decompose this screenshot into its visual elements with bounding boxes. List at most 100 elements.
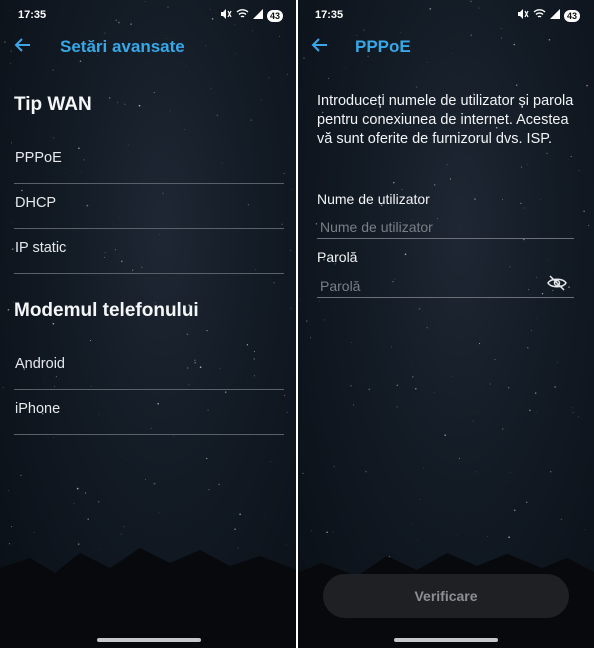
star — [416, 86, 418, 88]
star — [400, 32, 401, 33]
star — [284, 395, 286, 396]
star — [427, 61, 428, 63]
star — [52, 322, 55, 325]
page-title: PPPoE — [355, 37, 411, 56]
star — [474, 198, 476, 201]
instructions-text: Introduceți numele de utilizator și paro… — [317, 93, 574, 147]
star — [261, 99, 262, 101]
star — [444, 434, 446, 437]
star — [273, 282, 275, 284]
star — [108, 97, 111, 99]
star — [89, 340, 92, 342]
star — [506, 481, 508, 483]
wifi-icon — [533, 8, 546, 23]
star — [494, 358, 496, 361]
list-item-pppoe[interactable]: PPPoE — [14, 139, 284, 184]
star — [396, 384, 398, 386]
star — [426, 327, 428, 329]
star — [206, 330, 208, 332]
star — [529, 409, 531, 412]
star — [84, 492, 87, 494]
star — [393, 181, 395, 184]
star — [145, 1, 147, 2]
star — [526, 501, 528, 503]
star — [583, 210, 585, 213]
list-item-iphone[interactable]: iPhone — [14, 390, 284, 435]
star — [216, 114, 218, 116]
list-item-label: IP static — [15, 240, 67, 256]
list-item-label: iPhone — [15, 401, 61, 417]
star — [302, 472, 304, 475]
star — [56, 64, 58, 66]
star — [79, 60, 82, 63]
star — [333, 465, 335, 468]
signal-icon — [549, 9, 560, 22]
star — [502, 199, 503, 201]
star — [10, 142, 12, 144]
star — [567, 158, 569, 160]
star — [547, 259, 549, 260]
star — [350, 385, 352, 387]
star — [345, 67, 347, 68]
star — [351, 341, 353, 343]
list-item-android[interactable]: Android — [14, 345, 284, 390]
password-input[interactable] — [317, 275, 574, 298]
status-time: 17:35 — [315, 9, 344, 21]
star — [520, 202, 522, 205]
star — [186, 333, 189, 336]
verify-button[interactable]: Verificare — [323, 574, 569, 618]
back-arrow-icon[interactable] — [14, 36, 34, 56]
wifi-icon — [236, 8, 249, 23]
star — [153, 482, 156, 485]
back-arrow-icon[interactable] — [311, 36, 331, 56]
star — [419, 499, 421, 501]
mountain-silhouette — [0, 548, 297, 648]
star — [87, 518, 89, 521]
star — [20, 474, 22, 477]
star — [489, 383, 491, 385]
star — [523, 207, 525, 209]
star — [509, 266, 511, 268]
password-label: Parolă — [317, 249, 358, 265]
star — [526, 390, 528, 392]
gesture-bar[interactable] — [393, 638, 498, 642]
star — [234, 24, 236, 25]
star — [97, 501, 100, 503]
star — [353, 404, 355, 406]
username-input[interactable] — [317, 216, 574, 239]
star — [250, 119, 253, 121]
app-bar: PPPoE — [297, 34, 594, 60]
star — [515, 84, 518, 87]
star — [9, 62, 11, 64]
signal-icon — [252, 9, 263, 22]
section-heading-modem: Modemul telefonului — [14, 300, 199, 321]
star — [396, 406, 398, 408]
star — [290, 249, 292, 251]
star — [586, 84, 588, 87]
list-item-static-ip[interactable]: IP static — [14, 229, 284, 274]
star — [509, 471, 511, 473]
star — [318, 300, 320, 302]
star — [412, 376, 414, 378]
star — [391, 346, 393, 348]
star — [530, 330, 532, 331]
star — [414, 387, 417, 390]
section-heading-wan: Tip WAN — [14, 94, 92, 115]
star — [185, 66, 187, 67]
star — [323, 319, 326, 321]
app-bar: Setări avansate — [0, 34, 297, 60]
star — [210, 337, 211, 338]
gesture-bar[interactable] — [96, 638, 201, 642]
list-item-dhcp[interactable]: DHCP — [14, 184, 284, 229]
star — [570, 155, 572, 158]
status-time: 17:35 — [18, 9, 47, 21]
star — [475, 471, 477, 473]
eye-off-icon[interactable] — [547, 275, 569, 293]
list-item-label: PPPoE — [15, 150, 62, 166]
star — [557, 362, 558, 364]
status-bar: 17:35 43 — [0, 8, 297, 24]
star — [446, 164, 448, 166]
star — [478, 343, 481, 345]
star — [239, 513, 241, 516]
star — [252, 30, 253, 32]
